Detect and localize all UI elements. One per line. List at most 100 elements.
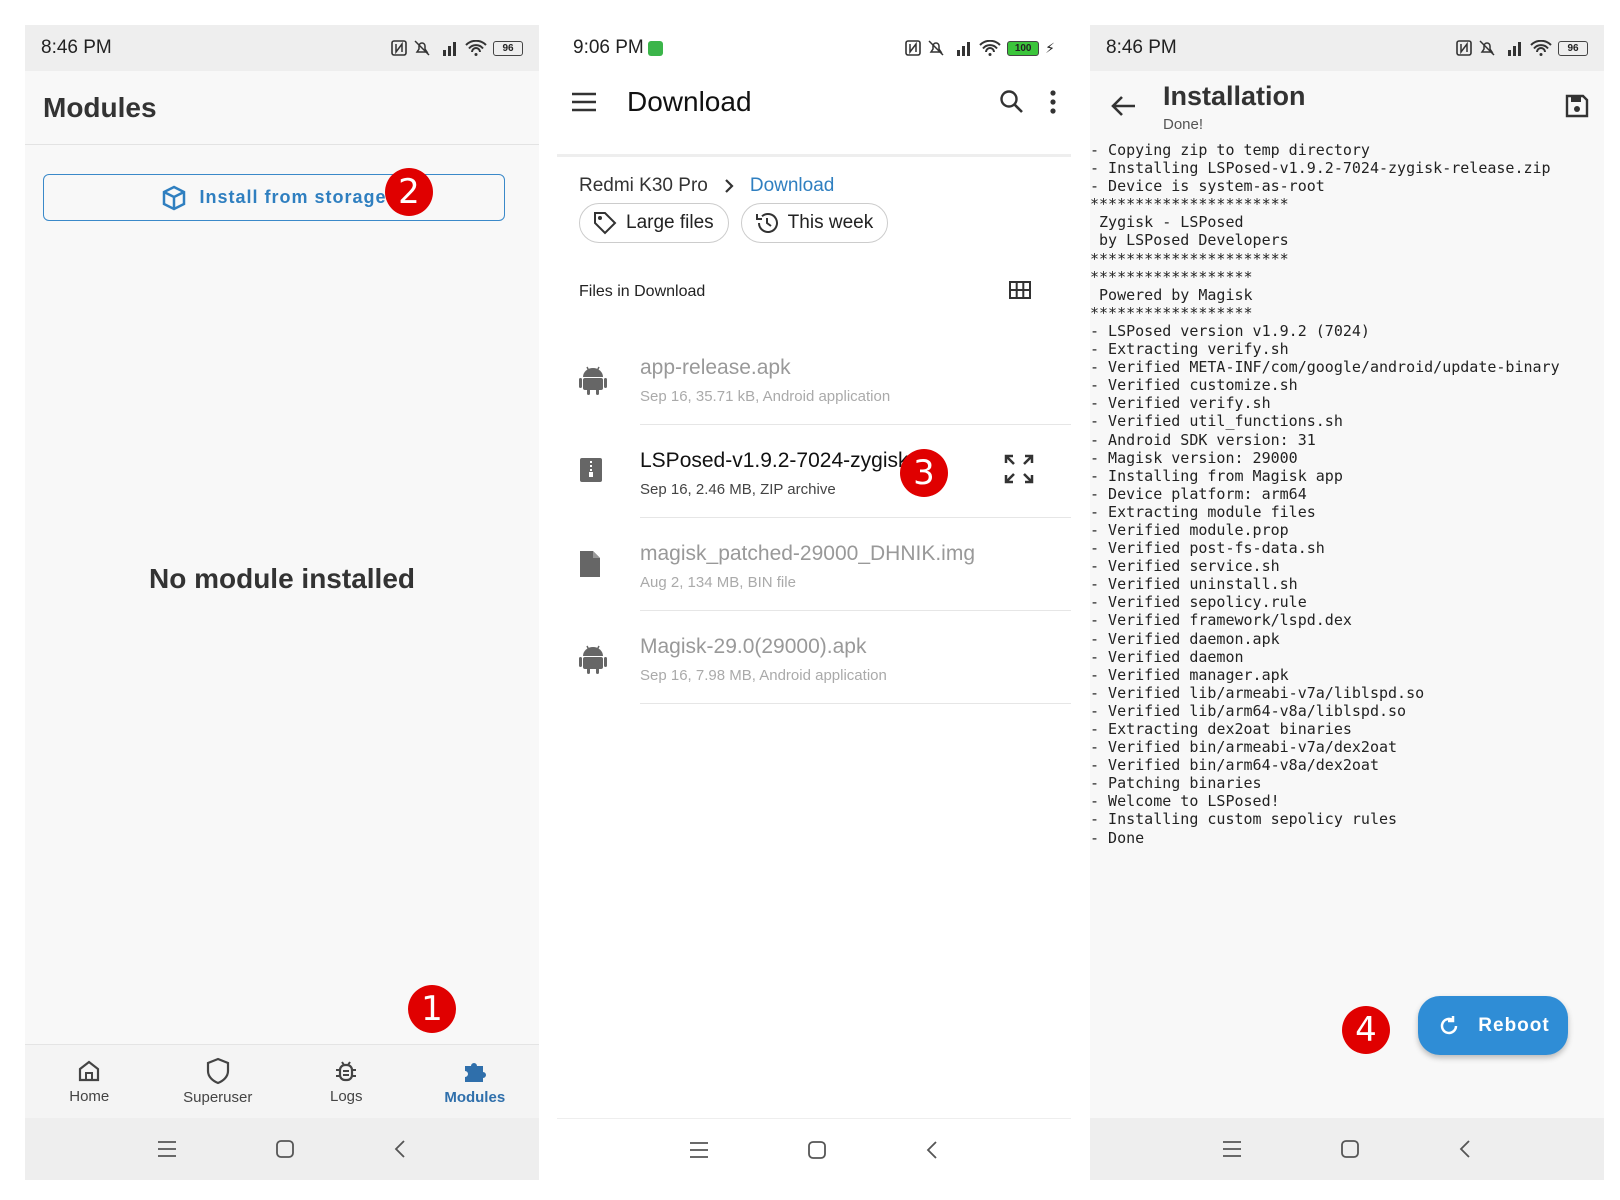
file-row[interactable]: Magisk-29.0(29000).apk Sep 16, 7.98 MB, …	[557, 611, 1071, 704]
back-nav-icon[interactable]	[393, 1139, 407, 1159]
chip-label: This week	[787, 212, 874, 233]
log-line: - Verified manager.apk	[1090, 665, 1289, 684]
system-nav-bar	[25, 1118, 539, 1180]
log-line: - Copying zip to temp directory	[1090, 141, 1370, 159]
nav-label-modules: Modules	[444, 1089, 506, 1106]
tag-icon	[594, 212, 617, 235]
section-label: Files in Download	[579, 283, 706, 300]
nav-item-logs[interactable]: Logs	[282, 1045, 411, 1118]
chip-large-files[interactable]: Large files	[579, 203, 729, 243]
log-line: - Verified uninstall.sh	[1090, 575, 1298, 594]
empty-state-text: No module installed	[148, 563, 416, 594]
reboot-button[interactable]: Reboot	[1418, 996, 1568, 1055]
battery-icon: 100	[1007, 40, 1040, 56]
reboot-label: Reboot	[1478, 1014, 1550, 1036]
nav-item-modules[interactable]: Modules	[411, 1045, 540, 1118]
log-line: **********************	[1090, 195, 1289, 214]
nav-item-superuser[interactable]: Superuser	[154, 1045, 283, 1118]
log-line: - Verified module.prop	[1090, 520, 1289, 539]
puzzle-icon	[464, 1063, 486, 1082]
log-line: ******************	[1090, 303, 1253, 322]
step-badge-2: 2	[385, 168, 433, 216]
back-nav-icon[interactable]	[925, 1140, 939, 1160]
home-icon	[79, 1060, 100, 1082]
extract-icon[interactable]	[1003, 453, 1035, 485]
phone-modules-screen: 8:46 PM 96 Modules Install from storage …	[25, 25, 539, 1180]
log-line: - Welcome to LSPosed!	[1090, 792, 1280, 811]
step-badge-1: 1	[408, 985, 456, 1033]
nav-item-home[interactable]: Home	[25, 1045, 154, 1118]
file-meta: Sep 16, 2.46 MB, ZIP archive	[640, 481, 836, 498]
home-nav-icon[interactable]	[807, 1140, 827, 1160]
log-line: - Extracting verify.sh	[1090, 340, 1289, 359]
search-icon[interactable]	[999, 89, 1025, 115]
nav-label-home: Home	[69, 1088, 110, 1105]
log-line: ******************	[1090, 267, 1253, 286]
log-line: - Verified lib/arm64-v8a/liblspd.so	[1090, 701, 1407, 720]
battery-icon: 96	[493, 40, 523, 56]
log-line: **********************	[1090, 249, 1289, 268]
phone-download-screen: 9:06 PM 100 ⚡ Download Redmi K30 Pro Dow…	[557, 25, 1071, 1180]
log-line: - Verified daemon	[1090, 647, 1244, 666]
battery-icon: 96	[1558, 40, 1588, 56]
file-row[interactable]: magisk_patched-29000_DHNIK.img Aug 2, 13…	[557, 518, 1071, 611]
nfc-icon	[905, 40, 921, 56]
install-from-storage-button[interactable]: Install from storage	[43, 174, 505, 221]
breadcrumb-device[interactable]: Redmi K30 Pro	[579, 175, 708, 197]
breadcrumb: Redmi K30 Pro Download	[579, 175, 834, 197]
page-subtitle: Done!	[1163, 116, 1204, 133]
log-line: - Installing custom sepolicy rules	[1090, 810, 1398, 829]
wifi-icon	[979, 40, 1001, 56]
mute-icon	[1479, 40, 1495, 56]
more-options-icon[interactable]	[1049, 89, 1057, 115]
log-line: - Device platform: arm64	[1090, 484, 1307, 503]
package-icon	[163, 185, 186, 210]
log-line: - Device is system-as-root	[1090, 177, 1325, 196]
file-name: magisk_patched-29000_DHNIK.img	[640, 542, 976, 565]
log-line: - Verified bin/arm64-v8a/dex2oat	[1090, 756, 1379, 775]
menu-nav-icon[interactable]	[157, 1140, 177, 1158]
notification-icon	[647, 40, 663, 56]
log-line: by LSPosed Developers	[1090, 231, 1289, 250]
file-name: app-release.apk	[640, 356, 791, 379]
signal-icon	[443, 42, 456, 56]
grid-view-icon[interactable]	[1009, 281, 1031, 299]
back-nav-icon[interactable]	[1458, 1139, 1472, 1159]
divider	[557, 154, 1071, 157]
back-arrow-icon[interactable]	[1110, 95, 1136, 117]
log-line: Powered by Magisk	[1090, 285, 1253, 304]
save-icon[interactable]	[1565, 94, 1589, 118]
log-line: - Verified lib/armeabi-v7a/liblspd.so	[1090, 683, 1425, 702]
home-nav-icon[interactable]	[1340, 1139, 1360, 1159]
log-line: - Verified framework/lspd.dex	[1090, 611, 1352, 630]
log-line: - Extracting dex2oat binaries	[1090, 720, 1352, 738]
menu-nav-icon[interactable]	[689, 1141, 709, 1159]
chip-this-week[interactable]: This week	[740, 203, 889, 243]
file-name: LSPosed-v1.9.2-7024-zygisk-r	[640, 449, 923, 472]
hamburger-menu-icon[interactable]	[571, 92, 597, 112]
log-line: - Magisk version: 29000	[1090, 448, 1298, 467]
refresh-icon	[1441, 1015, 1458, 1034]
status-time: 9:06 PM	[573, 37, 644, 58]
file-row-selected[interactable]: LSPosed-v1.9.2-7024-zygisk-r Sep 16, 2.4…	[557, 425, 1071, 518]
log-line: - Patching binaries	[1090, 774, 1262, 793]
log-line: - Verified bin/armeabi-v7a/dex2oat	[1090, 738, 1398, 757]
file-row[interactable]: app-release.apk Sep 16, 35.71 kB, Androi…	[557, 332, 1071, 425]
phone-installation-screen: 8:46 PM 96 Installation Done! - Copying …	[1090, 25, 1604, 1180]
home-nav-icon[interactable]	[275, 1139, 295, 1159]
breadcrumb-current[interactable]: Download	[750, 175, 835, 197]
mute-icon	[414, 40, 430, 56]
wifi-icon	[465, 40, 487, 56]
charging-icon: ⚡	[1045, 39, 1055, 56]
chevron-right-icon	[725, 179, 734, 193]
install-log: - Copying zip to temp directory - Install…	[1090, 141, 1604, 847]
file-meta: Aug 2, 134 MB, BIN file	[640, 574, 796, 591]
log-line: Zygisk - LSPosed	[1090, 213, 1244, 232]
system-nav-bar	[1090, 1118, 1604, 1180]
step-badge-3: 3	[900, 449, 948, 497]
file-icon	[580, 551, 600, 577]
log-line: - Android SDK version: 31	[1090, 430, 1316, 449]
log-line: - Verified verify.sh	[1090, 394, 1271, 413]
filter-chips: Large files This week	[579, 203, 889, 243]
menu-nav-icon[interactable]	[1222, 1140, 1242, 1158]
